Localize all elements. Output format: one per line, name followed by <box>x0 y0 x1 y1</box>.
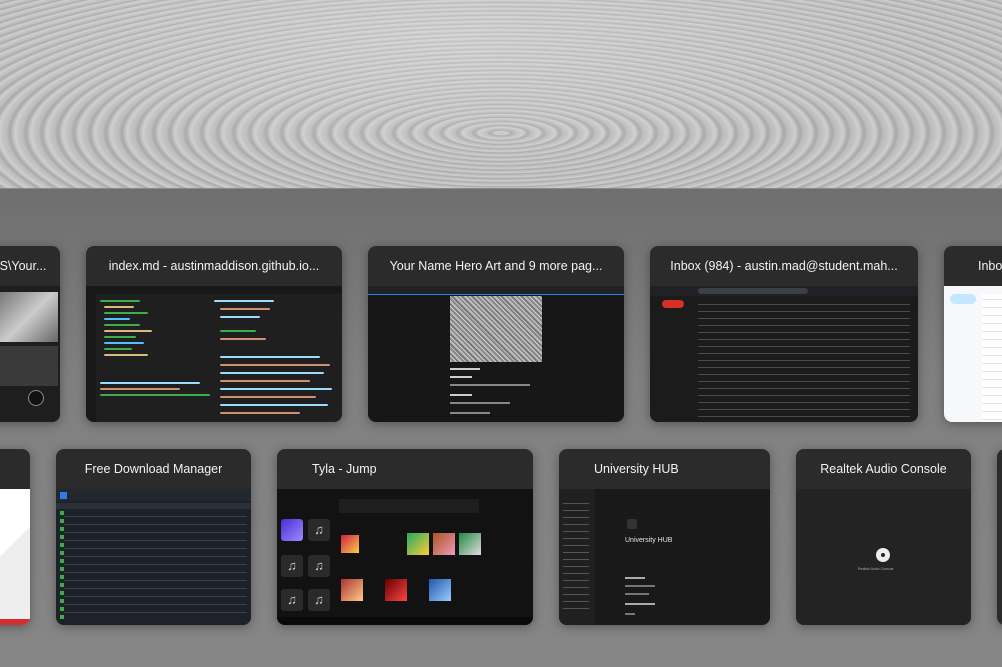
window-card-vscode[interactable]: index.md - austinmaddison.github.io... <box>86 246 342 422</box>
window-card-gmail-light[interactable]: Inbo <box>944 246 1002 422</box>
window-card-notion-university[interactable]: University HUB University HUB <box>559 449 770 625</box>
window-card-gmail-inbox[interactable]: Inbox (984) - austin.mad@student.mah... <box>650 246 918 422</box>
page-heading: University HUB <box>625 537 673 544</box>
window-thumbnail <box>0 489 30 625</box>
desktop-wallpaper <box>0 0 1002 190</box>
window-thumbnail <box>86 286 342 422</box>
window-card-editor-partial[interactable]: S\Your... <box>0 246 60 422</box>
window-card-partial-right[interactable] <box>997 449 1002 625</box>
window-title: Inbo <box>978 259 1002 273</box>
window-title: S\Your... <box>0 259 47 273</box>
window-card-browser[interactable]: Your Name Hero Art and 9 more pag... <box>368 246 624 422</box>
window-card-partial-red[interactable] <box>0 449 30 625</box>
window-title: Free Download Manager <box>84 462 223 476</box>
window-thumbnail <box>650 286 918 422</box>
window-title: Realtek Audio Console <box>820 462 947 476</box>
window-thumbnail: University HUB <box>559 489 770 625</box>
window-thumbnail <box>368 286 624 422</box>
window-title: Your Name Hero Art and 9 more pag... <box>389 259 603 273</box>
window-thumbnail <box>944 286 1002 422</box>
window-thumbnail: Realtek Audio Console <box>796 489 971 625</box>
window-title: University HUB <box>594 462 679 476</box>
window-card-free-download-manager[interactable]: Free Download Manager <box>56 449 251 625</box>
thumb-label: Realtek Audio Console <box>858 567 894 571</box>
window-thumbnail <box>56 489 251 625</box>
window-card-spotify-tyla[interactable]: Tyla - Jump ♫ ♫ ♫ ♫ ♫ <box>277 449 533 625</box>
window-title: Tyla - Jump <box>312 462 377 476</box>
window-card-realtek[interactable]: Realtek Audio Console Realtek Audio Cons… <box>796 449 971 625</box>
window-thumbnail: ♫ ♫ ♫ ♫ ♫ <box>277 489 533 625</box>
window-title: index.md - austinmaddison.github.io... <box>108 259 320 273</box>
window-thumbnail <box>0 286 60 422</box>
window-title: Inbox (984) - austin.mad@student.mah... <box>670 259 898 273</box>
